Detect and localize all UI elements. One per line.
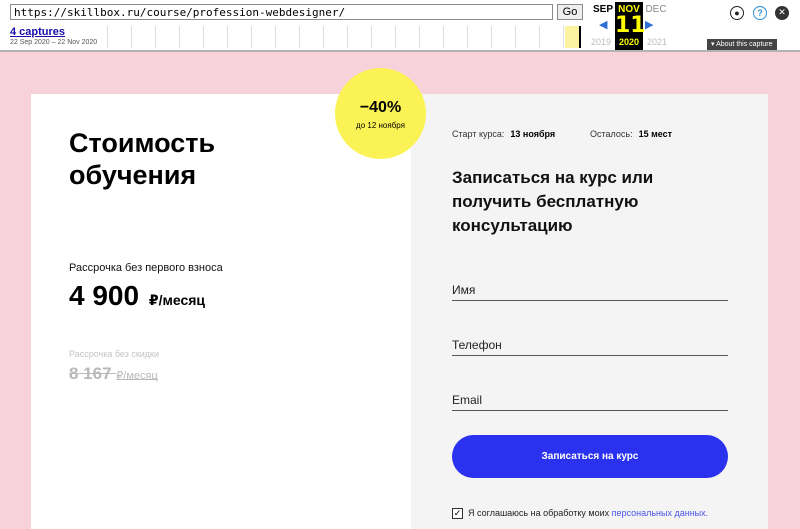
email-placeholder: Email xyxy=(452,393,483,407)
user-icon[interactable]: ● xyxy=(730,6,744,20)
captures-link[interactable]: 4 captures xyxy=(10,26,65,38)
sparkline-tick xyxy=(179,26,180,48)
sparkline-tick xyxy=(419,26,420,48)
pricing-title: Стоимость обучения xyxy=(69,128,216,190)
month-next[interactable]: DEC xyxy=(642,4,670,15)
sparkline-tick xyxy=(275,26,276,48)
year-current: 2020 xyxy=(618,37,640,47)
sparkline-tick xyxy=(563,26,564,48)
personal-data-link[interactable]: персональных данных. xyxy=(612,508,709,518)
sparkline-tick xyxy=(323,26,324,48)
sparkline-tick xyxy=(395,26,396,48)
sparkline-tick xyxy=(467,26,468,48)
sparkline-tick xyxy=(443,26,444,48)
sparkline-tick xyxy=(251,26,252,48)
name-placeholder: Имя xyxy=(452,283,476,297)
sparkline-tick xyxy=(371,26,372,48)
consent-checkbox[interactable]: ✓ xyxy=(452,508,463,520)
close-icon[interactable]: ✕ xyxy=(775,6,789,20)
phone-field[interactable]: Телефон xyxy=(452,336,728,356)
capture-sparkline[interactable] xyxy=(103,26,590,48)
discount-deadline: до 12 ноября xyxy=(356,121,405,130)
sparkline-tick xyxy=(491,26,492,48)
sparkline-tick xyxy=(539,26,540,48)
sparkline-tick xyxy=(515,26,516,48)
next-capture-arrow-icon[interactable]: ▶ xyxy=(645,18,653,31)
sparkline-capture-marker xyxy=(579,26,581,48)
sparkline-tick xyxy=(227,26,228,48)
discount-badge: −40% до 12 ноября xyxy=(335,68,426,159)
capture-range: 22 Sep 2020 – 22 Nov 2020 xyxy=(10,39,98,46)
seats-remaining-label: Осталось: xyxy=(590,129,633,139)
old-price-label: Рассрочка без скидки xyxy=(69,349,160,359)
day-current: 11 xyxy=(615,13,646,38)
price: 4 900 ₽/месяц xyxy=(69,280,205,312)
submit-button[interactable]: Записаться на курс xyxy=(452,435,728,478)
go-button[interactable]: Go xyxy=(557,4,583,20)
form-title: Записаться на курс или получить бесплатн… xyxy=(452,168,654,235)
consent: ✓ Я соглашаюсь на обработку моих персонал… xyxy=(452,508,709,520)
old-price-unit: ₽/месяц xyxy=(116,370,158,382)
wayback-toolbar: https://skillbox.ru/course/profession-we… xyxy=(0,0,800,52)
email-field[interactable]: Email xyxy=(452,391,728,411)
course-start-value: 13 ноября xyxy=(510,129,556,139)
name-field[interactable]: Имя xyxy=(452,281,728,301)
price-unit: ₽/месяц xyxy=(148,292,206,308)
phone-placeholder: Телефон xyxy=(452,338,502,352)
year-prev[interactable]: 2019 xyxy=(587,37,615,47)
prev-capture-arrow-icon[interactable]: ◀ xyxy=(599,18,607,31)
sparkline-tick xyxy=(203,26,204,48)
url-input[interactable]: https://skillbox.ru/course/profession-we… xyxy=(10,4,553,20)
installment-label: Рассрочка без первого взноса xyxy=(69,262,223,274)
old-price-value: 8 167 xyxy=(69,364,112,383)
old-price: 8 167 ₽/месяц xyxy=(69,364,158,384)
sparkline-tick xyxy=(155,26,156,48)
sparkline-current-capture xyxy=(565,26,579,48)
sparkline-tick xyxy=(347,26,348,48)
sparkline-tick xyxy=(299,26,300,48)
discount-percent: −40% xyxy=(359,99,402,116)
course-start-label: Старт курса: xyxy=(452,129,505,139)
seats-remaining: Осталось: 15 мест xyxy=(590,129,672,139)
seats-remaining-value: 15 мест xyxy=(638,129,673,139)
about-capture-button[interactable]: ▾ About this capture xyxy=(707,39,777,50)
consent-text: Я соглашаюсь на обработку моих xyxy=(468,508,610,518)
help-icon[interactable]: ? xyxy=(753,6,767,20)
about-capture-label: About this capture xyxy=(716,41,773,48)
sparkline-tick xyxy=(131,26,132,48)
year-next[interactable]: 2021 xyxy=(643,37,671,47)
month-prev[interactable]: SEP xyxy=(589,4,617,15)
sparkline-tick xyxy=(107,26,108,48)
course-start: Старт курса: 13 ноября xyxy=(452,129,555,139)
price-value: 4 900 xyxy=(69,280,140,311)
